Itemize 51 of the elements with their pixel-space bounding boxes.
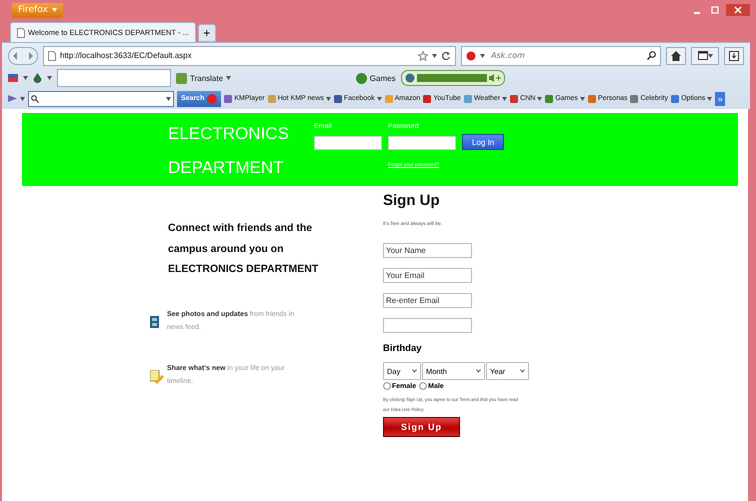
bookmark-icon[interactable] (8, 94, 17, 103)
caret-icon (20, 96, 25, 100)
new-tab-button[interactable]: + (198, 24, 216, 42)
back-forward-button[interactable] (8, 46, 38, 64)
signup-title: Sign Up (383, 192, 441, 209)
page-icon (48, 50, 56, 60)
password-field[interactable] (383, 318, 472, 333)
search-icon (31, 94, 39, 102)
library-button[interactable] (691, 46, 719, 64)
site-title: ELECTRONICS DEPARTMENT (168, 123, 290, 179)
reload-icon[interactable] (441, 50, 451, 60)
home-button[interactable] (666, 46, 686, 64)
caret-icon (23, 76, 28, 80)
chevron-icon (476, 369, 481, 373)
caret-icon (47, 76, 52, 80)
search-icon[interactable] (647, 51, 656, 60)
text-field[interactable]: Your Name (383, 243, 472, 258)
download-button[interactable] (724, 46, 744, 64)
games-button[interactable]: Games (356, 72, 396, 84)
caret-icon (480, 54, 485, 58)
address-bar[interactable]: http://localhost:3633/EC/Default.aspx (43, 46, 456, 66)
maximize-icon (711, 6, 719, 14)
caret-icon (432, 54, 437, 58)
speaker-icon (488, 74, 501, 82)
text-field[interactable]: Re-enter Email (383, 293, 472, 308)
text-field[interactable]: Your Email (383, 268, 472, 283)
close-button[interactable] (726, 4, 750, 16)
bookmark-search-field[interactable] (28, 90, 174, 106)
window-icon (698, 51, 708, 60)
birthday-label: Birthday (383, 343, 423, 354)
login-button[interactable]: Log In (462, 134, 504, 150)
chevron-icon (412, 369, 417, 373)
bookmarks-overflow-button[interactable]: » (715, 92, 726, 106)
email-field[interactable] (314, 136, 382, 150)
toolbar-search-field[interactable] (57, 69, 171, 87)
arrows-icon (12, 50, 34, 60)
page-icon (17, 28, 25, 38)
password-field[interactable] (388, 136, 456, 150)
notepad-pencil-icon (150, 370, 164, 384)
intro-heading: Connect with friends and the campus around you on ELECTRONICS DEPARTMENT (168, 221, 320, 277)
caret-icon (226, 76, 232, 80)
close-icon (734, 6, 742, 14)
download-icon (729, 50, 739, 60)
caret-icon (166, 96, 171, 100)
signup-button[interactable]: Sign Up (383, 417, 460, 437)
drop-icon[interactable] (33, 73, 42, 83)
translate-button[interactable]: Translate (176, 72, 232, 84)
caret-icon (52, 8, 57, 12)
caret-icon (708, 54, 712, 58)
chevron-icon (520, 369, 525, 373)
home-icon (671, 50, 681, 60)
